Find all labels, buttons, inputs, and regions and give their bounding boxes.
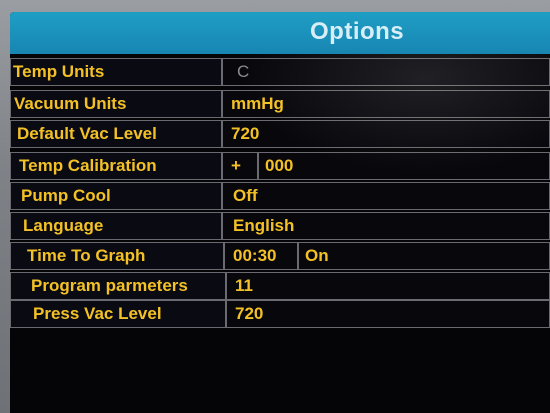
temp-units-value[interactable]: C bbox=[222, 58, 550, 86]
default-vac-level-value[interactable]: 720 bbox=[222, 120, 550, 148]
pump-cool-value[interactable]: Off bbox=[222, 182, 550, 210]
press-vac-level-value[interactable]: 720 bbox=[226, 300, 550, 328]
program-parameters-label: Program parmeters bbox=[10, 272, 226, 300]
screen-title: Options bbox=[310, 18, 405, 45]
title-bar: Options bbox=[10, 12, 550, 54]
temp-calibration-label: Temp Calibration bbox=[10, 152, 222, 180]
time-to-graph-state[interactable]: On bbox=[298, 242, 550, 270]
vacuum-units-label: Vacuum Units bbox=[10, 90, 222, 118]
program-parameters-value[interactable]: 11 bbox=[226, 272, 550, 300]
default-vac-level-label: Default Vac Level bbox=[10, 120, 222, 148]
temp-units-label: Temp Units bbox=[10, 58, 222, 86]
options-screen: Options Temp Units C Vacuum Units mmHg D… bbox=[10, 12, 550, 413]
language-label: Language bbox=[10, 212, 222, 240]
temp-calibration-value[interactable]: 000 bbox=[258, 152, 550, 180]
temp-calibration-sign[interactable]: + bbox=[222, 152, 258, 180]
vacuum-units-value[interactable]: mmHg bbox=[222, 90, 550, 118]
press-vac-level-label: Press Vac Level bbox=[10, 300, 226, 328]
time-to-graph-value[interactable]: 00:30 bbox=[224, 242, 298, 270]
pump-cool-label: Pump Cool bbox=[10, 182, 222, 210]
language-value[interactable]: English bbox=[222, 212, 550, 240]
time-to-graph-label: Time To Graph bbox=[10, 242, 224, 270]
